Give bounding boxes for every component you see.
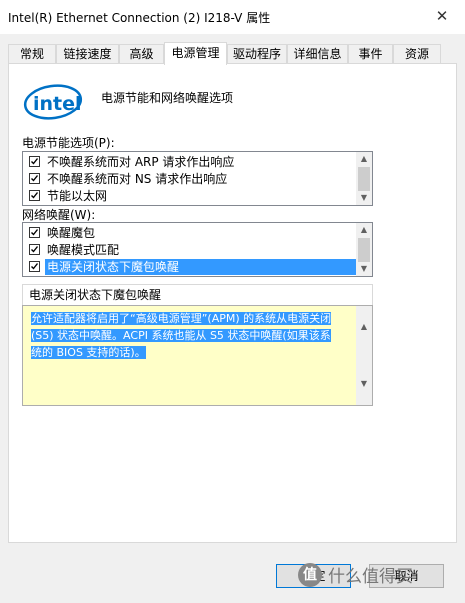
checkmark-icon xyxy=(31,246,39,253)
list-item[interactable]: 不唤醒系统而对 NS 请求作出响应 xyxy=(27,171,357,187)
tab-advanced[interactable]: 高级 xyxy=(119,44,164,64)
list-item-label: 节能以太网 xyxy=(47,189,108,203)
watermark-text: 什么值得买 xyxy=(328,567,413,587)
list-item[interactable]: 唤醒模式匹配 xyxy=(27,242,357,258)
wake-on-lan-list[interactable]: 唤醒魔包 唤醒模式匹配 电源关闭状态下魔包唤醒 ▲ ▼ xyxy=(22,222,373,277)
scrollbar[interactable]: ▲ ▼ xyxy=(356,223,372,276)
list-item-label: 不唤醒系统而对 NS 请求作出响应 xyxy=(47,172,228,186)
checkmark-icon xyxy=(31,229,39,236)
checkbox[interactable] xyxy=(29,190,40,201)
scroll-down-icon[interactable]: ▼ xyxy=(356,191,372,205)
description-box[interactable]: 允许适配器将启用了“高级电源管理”(APM) 的系统从电源关闭 (S5) 状态中… xyxy=(22,305,373,406)
list-item-label: 不唤醒系统而对 ARP 请求作出响应 xyxy=(47,155,235,169)
list-item[interactable]: 不唤醒系统而对 ARP 请求作出响应 xyxy=(27,154,357,170)
tab-general[interactable]: 常规 xyxy=(8,44,56,64)
checkbox[interactable] xyxy=(29,227,40,238)
description-line: 统的 BIOS 支持的话)。 xyxy=(31,346,146,359)
tab-link-speed[interactable]: 链接速度 xyxy=(56,44,119,64)
window-title: Intel(R) Ethernet Connection (2) I218-V … xyxy=(8,11,271,25)
watermark-logo: 值 xyxy=(298,563,322,587)
tab-details[interactable]: 详细信息 xyxy=(287,44,348,64)
scroll-up-icon[interactable]: ▲ xyxy=(356,223,372,237)
checkbox[interactable] xyxy=(29,244,40,255)
checkbox[interactable] xyxy=(29,173,40,184)
tab-resources[interactable]: 资源 xyxy=(393,44,441,64)
scroll-thumb[interactable] xyxy=(358,167,370,191)
list-item-label: 唤醒魔包 xyxy=(47,226,96,240)
tab-strip: 常规 链接速度 高级 电源管理 驱动程序 详细信息 事件 资源 xyxy=(8,42,457,65)
description-title: 电源关闭状态下魔包唤醒 xyxy=(22,284,373,306)
checkbox[interactable] xyxy=(29,156,40,167)
tab-events[interactable]: 事件 xyxy=(348,44,393,64)
close-icon[interactable]: ✕ xyxy=(434,8,450,24)
scroll-thumb[interactable] xyxy=(358,238,370,262)
checkmark-icon xyxy=(31,263,39,270)
wake-on-lan-label: 网络唤醒(W): xyxy=(22,208,96,222)
intel-logo-text: intel xyxy=(33,93,82,115)
checkbox[interactable] xyxy=(29,261,40,272)
list-item-label: 唤醒模式匹配 xyxy=(47,243,120,257)
checkmark-icon xyxy=(31,158,39,165)
scrollbar[interactable]: ▲ ▼ xyxy=(356,306,372,405)
list-item-label: 电源关闭状态下魔包唤醒 xyxy=(45,259,356,275)
list-item[interactable]: 节能以太网 xyxy=(27,188,357,204)
scroll-up-icon[interactable]: ▲ xyxy=(356,152,372,166)
tab-driver[interactable]: 驱动程序 xyxy=(227,44,287,64)
header-title: 电源节能和网络唤醒选项 xyxy=(101,91,234,105)
title-bar: Intel(R) Ethernet Connection (2) I218-V … xyxy=(0,0,465,34)
scroll-up-icon[interactable]: ▲ xyxy=(356,320,372,334)
power-saving-label: 电源节能选项(P): xyxy=(22,136,115,150)
list-item[interactable]: 唤醒魔包 xyxy=(27,225,357,241)
description-line: 允许适配器将启用了“高级电源管理”(APM) 的系统从电源关闭 xyxy=(31,312,332,325)
scrollbar[interactable]: ▲ ▼ xyxy=(356,152,372,205)
description-line: (S5) 状态中唤醒。ACPI 系统也能从 S5 状态中唤醒(如果该系 xyxy=(31,329,331,342)
scroll-down-icon[interactable]: ▼ xyxy=(356,262,372,276)
checkmark-icon xyxy=(31,192,39,199)
list-item-selected[interactable]: 电源关闭状态下魔包唤醒 xyxy=(27,259,357,275)
tab-power-management[interactable]: 电源管理 xyxy=(164,42,227,65)
intel-logo: intel xyxy=(22,83,84,121)
description-text: 允许适配器将启用了“高级电源管理”(APM) 的系统从电源关闭 (S5) 状态中… xyxy=(31,310,351,361)
power-saving-list[interactable]: 不唤醒系统而对 ARP 请求作出响应 不唤醒系统而对 NS 请求作出响应 节能以… xyxy=(22,151,373,206)
scroll-down-icon[interactable]: ▼ xyxy=(356,377,372,391)
checkmark-icon xyxy=(31,175,39,182)
